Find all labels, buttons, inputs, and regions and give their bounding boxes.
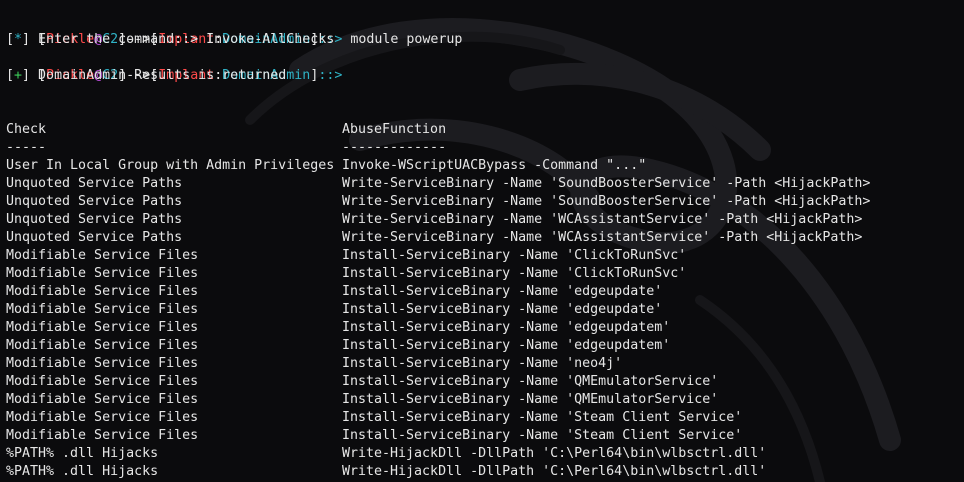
cell-check: Unquoted Service Paths — [6, 176, 183, 191]
cell-check: Modifiable Service Files — [6, 374, 199, 389]
table-row: Modifiable Service Files Install-ServiceB… — [6, 355, 964, 373]
terminal-output: [Pickle@C2]-->[Implant:DomainAdmin]::> m… — [6, 13, 964, 482]
cell-abusefunction: Install-ServiceBinary -Name 'edgeupdate' — [342, 284, 663, 299]
table-row: Modifiable Service Files Install-ServiceB… — [6, 265, 964, 283]
cell-check: Modifiable Service Files — [6, 338, 199, 353]
cell-abusefunction: Install-ServiceBinary -Name 'edgeupdatem… — [342, 320, 671, 335]
underline-abusefunction: ------------- — [342, 140, 447, 155]
cell-abusefunction: Install-ServiceBinary -Name 'neo4j' — [342, 356, 623, 371]
cell-abusefunction: Write-HijackDll -DllPath 'C:\Perl64\bin\… — [342, 446, 767, 461]
table-row: Unquoted Service Paths Write-ServiceBinar… — [6, 175, 964, 193]
cell-abusefunction: Write-ServiceBinary -Name 'WCAssistantSe… — [342, 212, 863, 227]
cell-check: Modifiable Service Files — [6, 428, 199, 443]
table-row: Modifiable Service Files Install-ServiceB… — [6, 391, 964, 409]
cell-check: Unquoted Service Paths — [6, 212, 183, 227]
cell-abusefunction: Install-ServiceBinary -Name 'Steam Clien… — [342, 410, 743, 425]
cell-check: Modifiable Service Files — [6, 320, 199, 335]
terminal-window[interactable]: { "prompt": { "open_bracket": "[", "user… — [0, 0, 964, 482]
cell-abusefunction: Install-ServiceBinary -Name 'QMEmulatorS… — [342, 392, 719, 407]
cell-abusefunction: Invoke-WScriptUACBypass -Command "..." — [342, 158, 647, 173]
table-header: Check AbuseFunction — [6, 121, 964, 139]
cell-check: Modifiable Service Files — [6, 248, 199, 263]
table-row: %PATH% .dll Hijacks Write-HijackDll -DllP… — [6, 445, 964, 463]
table-body: User In Local Group with Admin Privilege… — [6, 157, 964, 481]
cell-check: Modifiable Service Files — [6, 284, 199, 299]
cell-abusefunction: Write-ServiceBinary -Name 'SoundBoosterS… — [342, 194, 871, 209]
cell-abusefunction: Install-ServiceBinary -Name 'ClickToRunS… — [342, 266, 687, 281]
column-header-abusefunction: AbuseFunction — [342, 122, 447, 137]
cell-check: User In Local Group with Admin Privilege… — [6, 158, 335, 173]
prompt-line-2: [Pickle@C2]-->[Implant:DomainAdmin]::> — [6, 49, 964, 83]
table-row: Unquoted Service Paths Write-ServiceBinar… — [6, 211, 964, 229]
cell-abusefunction: Install-ServiceBinary -Name 'ClickToRunS… — [342, 248, 687, 263]
cell-check: Modifiable Service Files — [6, 410, 199, 425]
table-row: Modifiable Service Files Install-ServiceB… — [6, 283, 964, 301]
cell-check: Modifiable Service Files — [6, 302, 199, 317]
table-row: Modifiable Service Files Install-ServiceB… — [6, 373, 964, 391]
table-row: Modifiable Service Files Install-ServiceB… — [6, 301, 964, 319]
status-line-2: [+] DomainAdmin Results is returned — [6, 68, 287, 83]
table-row: Unquoted Service Paths Write-ServiceBinar… — [6, 229, 964, 247]
status-text: Enter the command::> Invoke-AllChecks — [30, 32, 335, 47]
table-row: Modifiable Service Files Install-ServiceB… — [6, 409, 964, 427]
cell-abusefunction: Write-HijackDll -DllPath 'C:\Perl64\bin\… — [342, 464, 767, 479]
table-row: Modifiable Service Files Install-ServiceB… — [6, 247, 964, 265]
cell-abusefunction: Write-ServiceBinary -Name 'WCAssistantSe… — [342, 230, 863, 245]
status-text: DomainAdmin Results is returned — [30, 68, 287, 83]
table-header-underline: ----- ------------- — [6, 139, 964, 157]
table-row: Modifiable Service Files Install-ServiceB… — [6, 427, 964, 445]
cell-abusefunction: Install-ServiceBinary -Name 'edgeupdatem… — [342, 338, 671, 353]
status-line-1: [*] Enter the command::> Invoke-AllCheck… — [6, 32, 335, 47]
cell-check: Unquoted Service Paths — [6, 194, 183, 209]
cell-check: Modifiable Service Files — [6, 356, 199, 371]
cell-check: %PATH% .dll Hijacks — [6, 446, 159, 461]
cell-check: %PATH% .dll Hijacks — [6, 464, 159, 479]
cell-check: Unquoted Service Paths — [6, 230, 183, 245]
cell-abusefunction: Write-ServiceBinary -Name 'SoundBoosterS… — [342, 176, 871, 191]
prompt-line-1: [Pickle@C2]-->[Implant:DomainAdmin]::> m… — [6, 13, 964, 47]
table-row: %PATH% .dll Hijacks Write-HijackDll -DllP… — [6, 463, 964, 481]
table-row: Modifiable Service Files Install-ServiceB… — [6, 337, 964, 355]
cell-check: Modifiable Service Files — [6, 266, 199, 281]
cell-abusefunction: Install-ServiceBinary -Name 'edgeupdate' — [342, 302, 663, 317]
column-header-check: Check — [6, 122, 47, 137]
status-marker: + — [14, 68, 23, 83]
table-row: Modifiable Service Files Install-ServiceB… — [6, 319, 964, 337]
table-row: User In Local Group with Admin Privilege… — [6, 157, 964, 175]
status-marker: * — [14, 32, 23, 47]
cell-abusefunction: Install-ServiceBinary -Name 'Steam Clien… — [342, 428, 743, 443]
cell-check: Modifiable Service Files — [6, 392, 199, 407]
underline-check: ----- — [6, 140, 47, 155]
table-row: Unquoted Service Paths Write-ServiceBinar… — [6, 193, 964, 211]
cell-abusefunction: Install-ServiceBinary -Name 'QMEmulatorS… — [342, 374, 719, 389]
